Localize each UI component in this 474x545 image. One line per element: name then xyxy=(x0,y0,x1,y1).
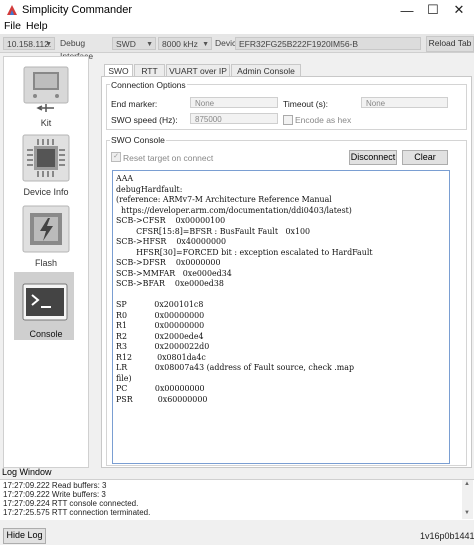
reset-target-checkbox[interactable]: ✓ xyxy=(111,152,121,162)
swo-console-title: SWO Console xyxy=(110,135,166,145)
menu-bar xyxy=(0,20,474,34)
speed-select[interactable]: 8000 kHz ▼ xyxy=(158,37,212,50)
menu-file[interactable]: File xyxy=(4,20,21,32)
minimize-button[interactable]: — xyxy=(394,0,420,20)
tab-vuart-label: VUART over IP xyxy=(169,66,227,76)
chevron-down-icon: ▼ xyxy=(146,41,153,48)
speed-value: 8000 kHz xyxy=(162,39,198,49)
debug-interface-label: Debug Interface xyxy=(60,38,93,61)
timeout-input[interactable]: None xyxy=(361,97,448,108)
device-value: EFR32FG25B222F1920IM56-B xyxy=(239,39,359,49)
debug-interface-value: SWD xyxy=(116,39,136,49)
encode-hex-label: Encode as hex xyxy=(295,115,352,125)
chevron-down-icon: ▼ xyxy=(202,41,209,48)
tab-admin-label: Admin Console xyxy=(237,66,295,76)
reload-tab-button[interactable]: Reload Tab xyxy=(426,36,474,52)
swo-console-output[interactable]: AAA debugHardfault: (reference: ARMv7-M … xyxy=(112,170,450,464)
device-label: Device xyxy=(215,38,241,48)
end-marker-label: End marker: xyxy=(111,99,158,109)
chevron-down-icon: ▼ xyxy=(45,41,52,48)
end-marker-input[interactable]: None xyxy=(190,97,278,108)
chip-icon[interactable] xyxy=(21,133,71,183)
encode-hex-checkbox[interactable] xyxy=(283,115,293,125)
reset-target-label: Reset target on connect xyxy=(123,153,214,163)
kit-icon[interactable] xyxy=(21,64,71,114)
timeout-label: Timeout (s): xyxy=(283,99,329,109)
tab-swo-label: SWO xyxy=(108,66,129,76)
log-line: 17:27:09.224 RTT console connected. xyxy=(3,499,139,508)
debug-interface-select[interactable]: SWD ▼ xyxy=(112,37,156,50)
scroll-down-icon[interactable]: ▼ xyxy=(464,510,470,516)
nav-kit-label[interactable]: Kit xyxy=(3,118,89,128)
maximize-button[interactable]: ☐ xyxy=(420,0,446,20)
menu-help[interactable]: Help xyxy=(26,20,48,32)
log-line: 17:27:09.222 Read buffers: 3 xyxy=(3,481,107,490)
window-title: Simplicity Commander xyxy=(22,4,133,16)
device-select[interactable]: EFR32FG25B222F1920IM56-B xyxy=(235,37,421,50)
disconnect-button[interactable]: Disconnect xyxy=(349,150,397,165)
nav-device-info-label[interactable]: Device Info xyxy=(3,187,89,197)
clear-button[interactable]: Clear xyxy=(402,150,448,165)
nav-console-label[interactable]: Console xyxy=(3,329,89,339)
log-scrollbar[interactable]: ▲ ▼ xyxy=(462,480,473,519)
log-line: 17:27:25.575 RTT connection terminated. xyxy=(3,508,151,517)
flash-icon[interactable] xyxy=(21,204,71,254)
close-button[interactable]: ✕ xyxy=(446,0,472,20)
app-logo-icon xyxy=(7,5,17,15)
swo-speed-input[interactable]: 875000 xyxy=(190,113,278,124)
status-bar xyxy=(0,520,474,545)
connection-options-title: Connection Options xyxy=(110,80,187,90)
tab-rtt-label: RTT xyxy=(141,66,158,76)
nav-flash-label[interactable]: Flash xyxy=(3,258,89,268)
console-icon[interactable] xyxy=(20,278,70,328)
log-window-title: Log Window xyxy=(2,467,52,477)
swo-speed-label: SWO speed (Hz): xyxy=(111,115,178,125)
log-line: 17:27:09.222 Write buffers: 3 xyxy=(3,490,106,499)
scroll-up-icon[interactable]: ▲ xyxy=(464,481,470,487)
version-label: 1v16p0b1441 xyxy=(420,531,474,541)
adapter-combo[interactable]: 10.158.112. ▼ xyxy=(3,37,55,50)
hide-log-button[interactable]: Hide Log xyxy=(3,528,46,544)
console-output-text: AAA debugHardfault: (reference: ARMv7-M … xyxy=(116,174,373,404)
